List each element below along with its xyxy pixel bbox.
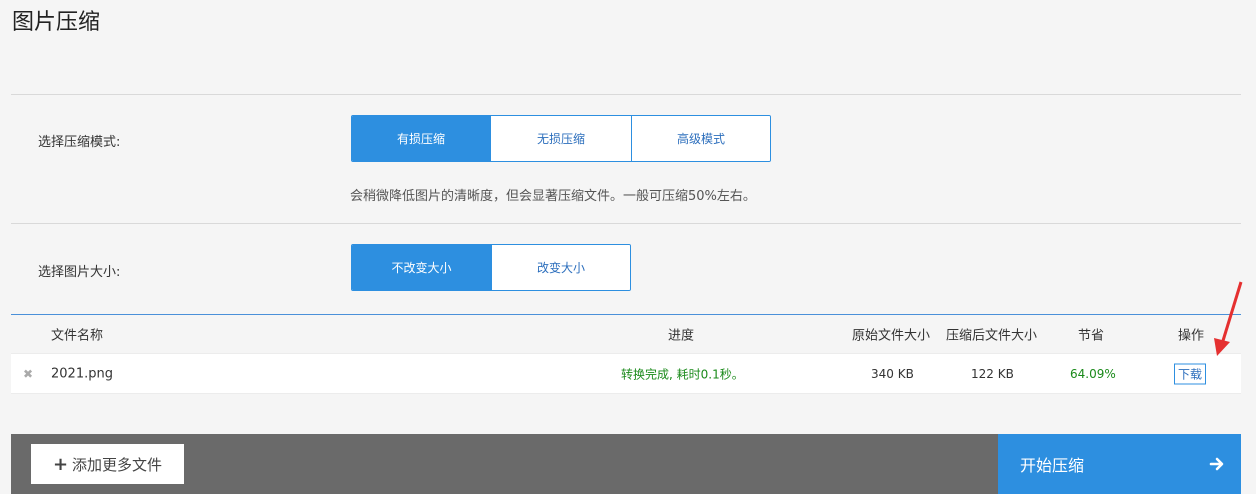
arrow-right-icon — [1209, 457, 1224, 471]
plus-icon: + — [52, 453, 69, 475]
size-option-keep[interactable]: 不改变大小 — [352, 245, 492, 290]
table-row: ✖ 2021.png 转换完成, 耗时0.1秒。 340 KB 122 KB 6… — [11, 353, 1241, 394]
close-icon[interactable]: ✖ — [23, 367, 33, 381]
header-original-size: 原始文件大小 — [852, 328, 931, 344]
size-selector: 不改变大小 改变大小 — [351, 244, 631, 291]
mode-option-lossless[interactable]: 无损压缩 — [491, 116, 632, 161]
action-bar: + 添加更多文件 开始压缩 — [11, 434, 1241, 494]
header-saved: 节省 — [1078, 328, 1105, 344]
divider — [11, 223, 1241, 224]
mode-option-advanced[interactable]: 高级模式 — [632, 116, 770, 161]
table-header: 文件名称 进度 原始文件大小 压缩后文件大小 节省 操作 — [11, 315, 1241, 353]
file-name: 2021.png — [51, 366, 113, 381]
compressed-size: 122 KB — [971, 366, 1014, 381]
add-files-button[interactable]: + 添加更多文件 — [31, 444, 184, 484]
size-option-change[interactable]: 改变大小 — [492, 245, 630, 290]
add-files-label: 添加更多文件 — [72, 455, 163, 474]
mode-label: 选择压缩模式: — [38, 135, 121, 150]
mode-hint: 会稍微降低图片的清晰度，但会显著压缩文件。一般可压缩50%左右。 — [350, 189, 756, 204]
original-size: 340 KB — [871, 366, 914, 381]
start-label: 开始压缩 — [1020, 456, 1085, 475]
progress-status: 转换完成, 耗时0.1秒。 — [621, 367, 744, 381]
header-action: 操作 — [1178, 328, 1205, 344]
size-label: 选择图片大小: — [38, 265, 121, 280]
start-compress-button[interactable]: 开始压缩 — [998, 434, 1241, 494]
saved-percent: 64.09% — [1070, 366, 1116, 381]
page-title: 图片压缩 — [12, 10, 101, 35]
download-button[interactable]: 下载 — [1174, 363, 1207, 384]
header-progress: 进度 — [668, 328, 695, 344]
header-name: 文件名称 — [51, 328, 104, 344]
mode-selector: 有损压缩 无损压缩 高级模式 — [351, 115, 771, 162]
annotation-arrow-icon — [1214, 281, 1243, 356]
header-compressed-size: 压缩后文件大小 — [946, 328, 1038, 344]
divider — [11, 94, 1241, 95]
mode-option-lossy[interactable]: 有损压缩 — [352, 116, 491, 161]
file-table: 文件名称 进度 原始文件大小 压缩后文件大小 节省 操作 ✖ 2021.png … — [11, 315, 1241, 394]
